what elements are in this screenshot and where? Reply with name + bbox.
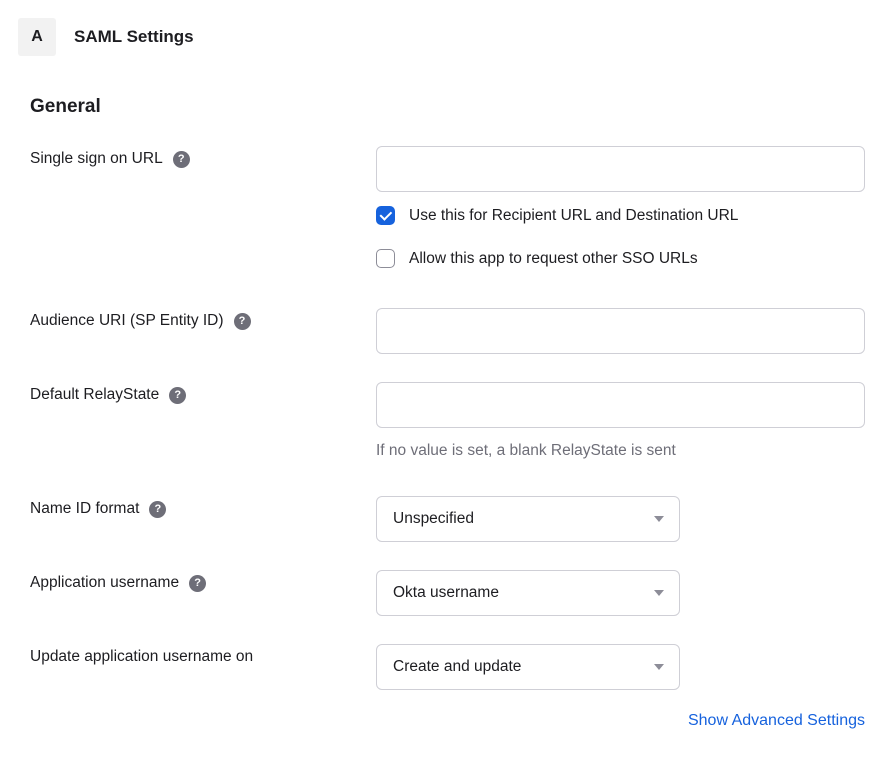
update-username-on-value: Create and update <box>393 658 521 676</box>
page-header: A SAML Settings <box>18 18 865 56</box>
row-update-username-on: Update application username on Create an… <box>18 644 865 690</box>
label-relay-state: Default RelayState <box>30 386 159 404</box>
app-username-value: Okta username <box>393 584 499 602</box>
label-app-username: Application username <box>30 574 179 592</box>
row-audience-uri: Audience URI (SP Entity ID) ? <box>18 308 865 354</box>
row-sso-url: Single sign on URL ? Use this for Recipi… <box>18 146 865 268</box>
update-username-on-select[interactable]: Create and update <box>376 644 680 690</box>
help-icon[interactable]: ? <box>189 575 206 592</box>
help-icon[interactable]: ? <box>169 387 186 404</box>
app-badge: A <box>18 18 56 56</box>
label-audience-uri: Audience URI (SP Entity ID) <box>30 312 224 330</box>
help-icon[interactable]: ? <box>173 151 190 168</box>
label-sso-url: Single sign on URL <box>30 150 163 168</box>
sso-url-input[interactable] <box>376 146 865 192</box>
name-id-format-select[interactable]: Unspecified <box>376 496 680 542</box>
name-id-format-value: Unspecified <box>393 510 474 528</box>
relay-state-helper: If no value is set, a blank RelayState i… <box>376 442 865 460</box>
row-relay-state: Default RelayState ? If no value is set,… <box>18 382 865 460</box>
show-advanced-settings-link[interactable]: Show Advanced Settings <box>688 712 865 730</box>
audience-uri-input[interactable] <box>376 308 865 354</box>
row-app-username: Application username ? Okta username <box>18 570 865 616</box>
label-update-username-on: Update application username on <box>30 648 253 666</box>
page-title: SAML Settings <box>74 27 194 47</box>
checkbox-allow-other-sso-urls[interactable] <box>376 249 395 268</box>
help-icon[interactable]: ? <box>234 313 251 330</box>
relay-state-input[interactable] <box>376 382 865 428</box>
app-username-select[interactable]: Okta username <box>376 570 680 616</box>
section-title-general: General <box>30 96 865 118</box>
label-name-id-format: Name ID format <box>30 500 139 518</box>
help-icon[interactable]: ? <box>149 501 166 518</box>
checkbox-other-sso-label: Allow this app to request other SSO URLs <box>409 250 698 268</box>
row-name-id-format: Name ID format ? Unspecified <box>18 496 865 542</box>
checkbox-recipient-destination-url[interactable] <box>376 206 395 225</box>
checkbox-recipient-label: Use this for Recipient URL and Destinati… <box>409 207 738 225</box>
